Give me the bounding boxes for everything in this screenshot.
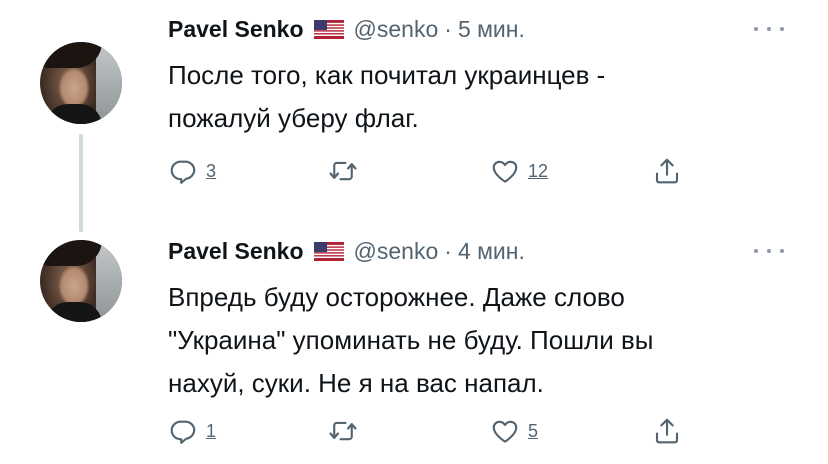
tweet[interactable]: Pavel Senko @senko · 5 мин. После того, … xyxy=(0,0,828,232)
tweet-actions: 1 5 xyxy=(168,416,708,450)
author-handle[interactable]: @senko xyxy=(354,238,439,265)
more-icon[interactable] xyxy=(754,24,784,34)
reply-icon xyxy=(170,420,196,444)
avatar-shirt xyxy=(46,302,102,322)
tweet-time[interactable]: 5 мин. xyxy=(458,16,525,43)
reply-icon xyxy=(170,160,196,184)
us-flag-icon xyxy=(313,241,344,261)
separator-dot: · xyxy=(444,15,452,42)
avatar-background xyxy=(96,42,122,124)
tweet-text-line: Впредь буду осторожнее. Даже слово xyxy=(168,282,625,312)
separator-dot: · xyxy=(444,237,452,264)
tweet-actions: 3 12 xyxy=(168,156,708,190)
retweet-button[interactable] xyxy=(328,156,366,186)
thread-line xyxy=(79,134,83,232)
reply-button[interactable]: 3 xyxy=(168,156,216,186)
tweet-text: Впредь буду осторожнее. Даже слово "Укра… xyxy=(168,276,798,405)
avatar-hair xyxy=(40,42,102,68)
more-icon[interactable] xyxy=(754,246,784,256)
heart-icon xyxy=(492,420,518,443)
tweet-text-line: нахуй, суки. Не я на вас напал. xyxy=(168,368,544,398)
tweet-header: Pavel Senko @senko · 4 мин. xyxy=(168,234,525,268)
reply-count: 1 xyxy=(206,420,217,441)
avatar-shirt xyxy=(46,104,102,124)
tweet-text-line: "Украина" упоминать не буду. Пошли вы xyxy=(168,325,654,355)
reply-button[interactable]: 1 xyxy=(168,416,216,446)
retweet-icon xyxy=(329,421,357,441)
tweet-text-line: После того, как почитал украинцев - xyxy=(168,60,606,90)
tweet-time[interactable]: 4 мин. xyxy=(458,238,525,265)
avatar[interactable] xyxy=(40,240,122,322)
avatar-background xyxy=(96,240,122,322)
tweet[interactable]: Pavel Senko @senko · 4 мин. Впредь буду … xyxy=(0,224,828,464)
us-flag-icon xyxy=(313,19,344,39)
author-name[interactable]: Pavel Senko xyxy=(168,238,304,265)
heart-icon xyxy=(492,160,518,183)
like-button[interactable]: 12 xyxy=(490,156,548,186)
author-handle[interactable]: @senko xyxy=(354,16,439,43)
reply-count: 3 xyxy=(206,160,217,181)
avatar[interactable] xyxy=(40,42,122,124)
share-icon xyxy=(655,158,679,184)
share-button[interactable] xyxy=(652,416,682,446)
retweet-button[interactable] xyxy=(328,416,366,446)
like-button[interactable]: 5 xyxy=(490,416,538,446)
tweet-header: Pavel Senko @senko · 5 мин. xyxy=(168,12,525,46)
like-count: 5 xyxy=(528,420,539,441)
share-button[interactable] xyxy=(652,156,682,186)
avatar-hair xyxy=(40,240,102,266)
tweet-text-line: пожалуй уберу флаг. xyxy=(168,103,419,133)
tweet-text: После того, как почитал украинцев - пожа… xyxy=(168,54,798,140)
author-name[interactable]: Pavel Senko xyxy=(168,16,304,43)
like-count: 12 xyxy=(528,160,549,181)
retweet-icon xyxy=(329,161,357,181)
share-icon xyxy=(655,418,679,444)
